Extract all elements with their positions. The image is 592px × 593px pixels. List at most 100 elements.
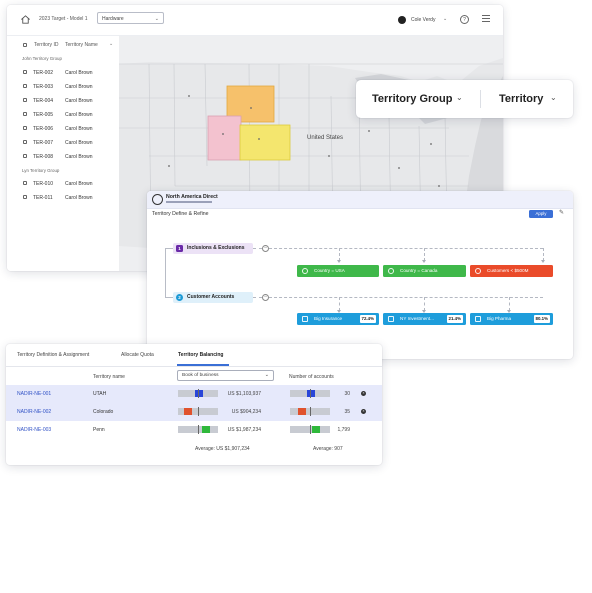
territory-id[interactable]: TER-011 bbox=[33, 195, 53, 201]
row-checkbox[interactable] bbox=[23, 140, 27, 144]
map-country-label: United States bbox=[307, 135, 344, 141]
segment-ny-investment[interactable]: NY Investment... 21.4% bbox=[383, 313, 466, 325]
segment-label: Big Insurance bbox=[314, 316, 343, 321]
territory-id-link[interactable]: NADIR-NE-002 bbox=[17, 409, 51, 415]
average-marker bbox=[310, 407, 311, 416]
chevron-down-icon[interactable]: ⌄ bbox=[109, 41, 113, 47]
segment-percent: 80.1% bbox=[533, 315, 550, 323]
edit-icon[interactable]: ✎ bbox=[559, 209, 564, 216]
tree-connector bbox=[165, 297, 173, 298]
help-icon[interactable]: ? bbox=[460, 15, 469, 24]
tree-connector bbox=[253, 297, 262, 298]
step-label: Customer Accounts bbox=[187, 294, 235, 300]
tree-connector bbox=[269, 297, 543, 298]
chevron-down-icon[interactable]: ⌄ bbox=[550, 93, 557, 102]
filter-country-canada[interactable]: Country = Canada bbox=[383, 265, 466, 277]
tree-connector bbox=[253, 248, 262, 249]
bar-fill bbox=[298, 408, 306, 415]
table-row[interactable]: NADIR-NE-002 Colorado US $904,234 35 × bbox=[6, 403, 382, 421]
row-checkbox[interactable] bbox=[23, 126, 27, 130]
segment-big-insurance[interactable]: Big Insurance 72.4% bbox=[297, 313, 379, 325]
territory-id[interactable]: TER-008 bbox=[33, 154, 53, 160]
bar-fill bbox=[312, 426, 321, 433]
territory-group-dropdown[interactable]: Territory Group bbox=[372, 93, 452, 105]
territory-list: Territory ID Territory Name ⌄ John Terri… bbox=[7, 36, 119, 271]
territory-id-link[interactable]: NADIR-NE-003 bbox=[17, 427, 51, 433]
territory-id[interactable]: TER-004 bbox=[33, 98, 53, 104]
segment-label: Big Pharma bbox=[487, 316, 512, 321]
remove-icon[interactable]: × bbox=[361, 391, 366, 396]
row-checkbox[interactable] bbox=[23, 84, 27, 88]
average-marker bbox=[310, 425, 311, 434]
accounts-bar bbox=[290, 425, 330, 434]
row-checkbox[interactable] bbox=[23, 154, 27, 158]
territory-id[interactable]: TER-010 bbox=[33, 181, 53, 187]
user-name[interactable]: Cole Verdy bbox=[411, 17, 435, 23]
accounts-bar bbox=[290, 389, 330, 398]
territory-id[interactable]: TER-003 bbox=[33, 84, 53, 90]
average-book-of-business: Average: US $1,907,234 bbox=[195, 446, 250, 452]
territory-id[interactable]: TER-006 bbox=[33, 126, 53, 132]
avatar[interactable] bbox=[398, 16, 406, 24]
territory-dropdown[interactable]: Territory bbox=[499, 93, 543, 105]
step-label: Inclusions & Exclusions bbox=[187, 245, 245, 251]
segment-big-pharma[interactable]: Big Pharma 80.1% bbox=[470, 313, 553, 325]
check-circle-icon bbox=[302, 268, 308, 274]
bar-fill bbox=[184, 408, 192, 415]
row-checkbox[interactable] bbox=[23, 181, 27, 185]
accounts-header: Number of accounts bbox=[289, 374, 334, 380]
brand-subtext-bar bbox=[166, 201, 212, 203]
category-dropdown[interactable]: Hardware ⌄ bbox=[97, 12, 164, 24]
chevron-down-icon[interactable]: ⌄ bbox=[456, 93, 463, 102]
filter-label: Customers < $500M bbox=[487, 268, 529, 273]
category-dropdown-value: Hardware bbox=[102, 16, 124, 22]
row-checkbox[interactable] bbox=[23, 112, 27, 116]
define-window-header: North America Direct bbox=[147, 191, 573, 209]
table-row[interactable]: NADIR-NE-003 Penn US $1,987,234 1,799 bbox=[6, 421, 382, 439]
row-checkbox[interactable] bbox=[23, 98, 27, 102]
menu-icon[interactable] bbox=[482, 15, 490, 23]
group-label: John Territory Group bbox=[22, 56, 62, 61]
apply-button[interactable]: Apply bbox=[529, 210, 553, 218]
remove-icon[interactable]: × bbox=[361, 409, 366, 414]
active-tab-indicator bbox=[177, 364, 229, 366]
table-row[interactable]: NADIR-NE-001 UTAH US $1,103,937 30 × bbox=[6, 385, 382, 403]
territory-balancing-window: Territory Definition & Assignment Alloca… bbox=[6, 344, 382, 465]
collapse-icon[interactable]: − bbox=[262, 245, 269, 252]
collapse-icon[interactable]: − bbox=[262, 294, 269, 301]
grouping-card: Territory Group ⌄ Territory ⌄ bbox=[356, 80, 573, 118]
territory-name: Carol Brown bbox=[65, 181, 93, 187]
home-icon[interactable] bbox=[20, 14, 31, 25]
filter-customers-revenue[interactable]: Customers < $500M bbox=[470, 265, 553, 277]
territory-id[interactable]: TER-007 bbox=[33, 140, 53, 146]
tab-definition-assignment[interactable]: Territory Definition & Assignment bbox=[17, 352, 89, 358]
select-all-checkbox[interactable] bbox=[23, 43, 27, 47]
book-of-business-value: US $1,987,234 bbox=[227, 427, 261, 433]
row-checkbox[interactable] bbox=[23, 70, 27, 74]
inclusions-exclusions-step[interactable]: 1 Inclusions & Exclusions bbox=[173, 243, 253, 254]
row-checkbox[interactable] bbox=[23, 195, 27, 199]
segment-percent: 72.4% bbox=[359, 315, 376, 323]
territory-name-header[interactable]: Territory Name bbox=[65, 42, 98, 48]
filter-country-usa[interactable]: Country = USA bbox=[297, 265, 379, 277]
territory-name: Carol Brown bbox=[65, 84, 93, 90]
accounts-value: 30 bbox=[344, 391, 350, 397]
territory-id-link[interactable]: NADIR-NE-001 bbox=[17, 391, 51, 397]
territory-name: Carol Brown bbox=[65, 195, 93, 201]
territory-name: Penn bbox=[93, 427, 105, 433]
territory-name: Carol Brown bbox=[65, 98, 93, 104]
building-icon bbox=[302, 316, 308, 322]
territory-name: Carol Brown bbox=[65, 112, 93, 118]
chevron-down-icon[interactable]: ⌄ bbox=[443, 16, 447, 22]
average-marker bbox=[198, 425, 199, 434]
territory-id-header[interactable]: Territory ID bbox=[34, 42, 58, 48]
metric-select[interactable]: Book of business ⌄ bbox=[177, 370, 274, 381]
chevron-down-icon: ⌄ bbox=[264, 372, 269, 378]
customer-accounts-step[interactable]: 2 Customer Accounts bbox=[173, 292, 253, 303]
book-of-business-bar bbox=[178, 425, 218, 434]
tab-territory-balancing[interactable]: Territory Balancing bbox=[178, 352, 223, 358]
territory-id[interactable]: TER-005 bbox=[33, 112, 53, 118]
arrow-down-icon bbox=[337, 260, 341, 263]
territory-id[interactable]: TER-002 bbox=[33, 70, 53, 76]
tab-allocate-quota[interactable]: Allocate Quota bbox=[121, 352, 154, 358]
